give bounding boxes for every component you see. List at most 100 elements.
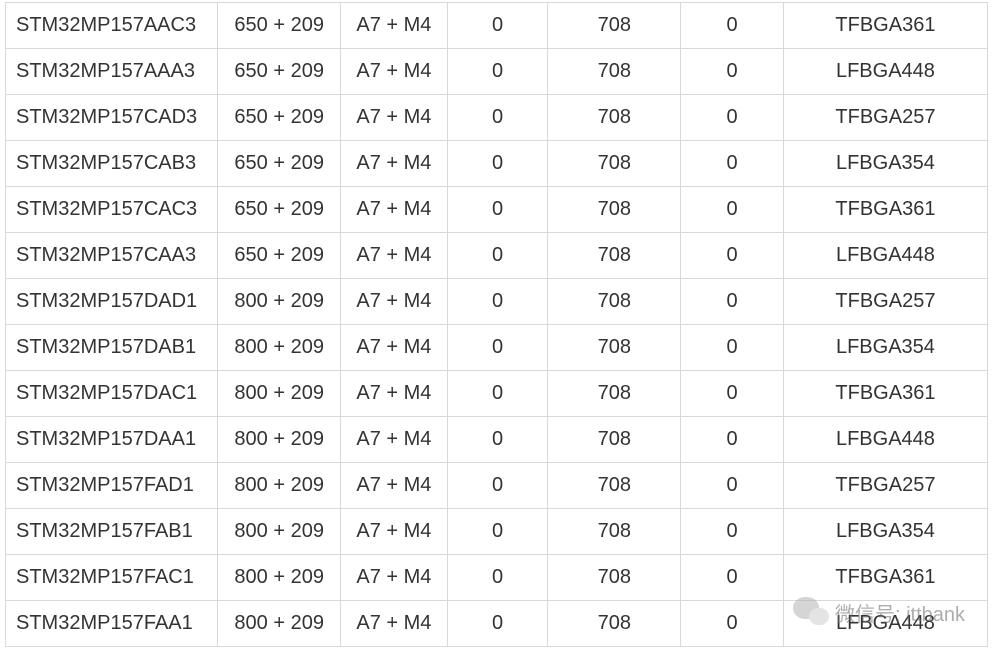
value-cell-1: 0 bbox=[447, 3, 548, 49]
table-row: STM32MP157DAC1800 + 209A7 + M407080TFBGA… bbox=[6, 371, 988, 417]
value-cell-1: 0 bbox=[447, 233, 548, 279]
value-cell-3: 0 bbox=[681, 371, 784, 417]
core-cell: A7 + M4 bbox=[341, 141, 448, 187]
table-row: STM32MP157AAC3650 + 209A7 + M407080TFBGA… bbox=[6, 3, 988, 49]
value-cell-3: 0 bbox=[681, 509, 784, 555]
package-cell: LFBGA448 bbox=[783, 601, 987, 647]
frequency-cell: 650 + 209 bbox=[218, 187, 341, 233]
frequency-cell: 650 + 209 bbox=[218, 95, 341, 141]
part-number-cell: STM32MP157DAB1 bbox=[6, 325, 218, 371]
value-cell-2: 708 bbox=[548, 417, 681, 463]
value-cell-3: 0 bbox=[681, 49, 784, 95]
table-row: STM32MP157CAD3650 + 209A7 + M407080TFBGA… bbox=[6, 95, 988, 141]
part-number-cell: STM32MP157FAC1 bbox=[6, 555, 218, 601]
value-cell-1: 0 bbox=[447, 509, 548, 555]
table-row: STM32MP157CAA3650 + 209A7 + M407080LFBGA… bbox=[6, 233, 988, 279]
core-cell: A7 + M4 bbox=[341, 325, 448, 371]
package-cell: LFBGA448 bbox=[783, 233, 987, 279]
table-row: STM32MP157FAD1800 + 209A7 + M407080TFBGA… bbox=[6, 463, 988, 509]
value-cell-2: 708 bbox=[548, 325, 681, 371]
part-number-cell: STM32MP157CAA3 bbox=[6, 233, 218, 279]
package-cell: LFBGA448 bbox=[783, 417, 987, 463]
value-cell-1: 0 bbox=[447, 95, 548, 141]
core-cell: A7 + M4 bbox=[341, 509, 448, 555]
part-number-cell: STM32MP157AAC3 bbox=[6, 3, 218, 49]
package-cell: TFBGA361 bbox=[783, 187, 987, 233]
parts-table-body: STM32MP157AAC3650 + 209A7 + M407080TFBGA… bbox=[6, 3, 988, 647]
core-cell: A7 + M4 bbox=[341, 187, 448, 233]
part-number-cell: STM32MP157DAC1 bbox=[6, 371, 218, 417]
table-row: STM32MP157DAA1800 + 209A7 + M407080LFBGA… bbox=[6, 417, 988, 463]
core-cell: A7 + M4 bbox=[341, 279, 448, 325]
value-cell-1: 0 bbox=[447, 279, 548, 325]
core-cell: A7 + M4 bbox=[341, 371, 448, 417]
value-cell-1: 0 bbox=[447, 187, 548, 233]
value-cell-1: 0 bbox=[447, 601, 548, 647]
frequency-cell: 800 + 209 bbox=[218, 325, 341, 371]
package-cell: TFBGA361 bbox=[783, 371, 987, 417]
part-number-cell: STM32MP157FAA1 bbox=[6, 601, 218, 647]
value-cell-1: 0 bbox=[447, 417, 548, 463]
value-cell-3: 0 bbox=[681, 279, 784, 325]
table-row: STM32MP157DAD1800 + 209A7 + M407080TFBGA… bbox=[6, 279, 988, 325]
frequency-cell: 800 + 209 bbox=[218, 601, 341, 647]
value-cell-2: 708 bbox=[548, 233, 681, 279]
core-cell: A7 + M4 bbox=[341, 555, 448, 601]
package-cell: LFBGA354 bbox=[783, 325, 987, 371]
package-cell: TFBGA257 bbox=[783, 463, 987, 509]
package-cell: TFBGA361 bbox=[783, 3, 987, 49]
value-cell-3: 0 bbox=[681, 233, 784, 279]
value-cell-1: 0 bbox=[447, 463, 548, 509]
table-row: STM32MP157FAC1800 + 209A7 + M407080TFBGA… bbox=[6, 555, 988, 601]
value-cell-3: 0 bbox=[681, 463, 784, 509]
table-row: STM32MP157CAC3650 + 209A7 + M407080TFBGA… bbox=[6, 187, 988, 233]
table-row: STM32MP157FAB1800 + 209A7 + M407080LFBGA… bbox=[6, 509, 988, 555]
core-cell: A7 + M4 bbox=[341, 417, 448, 463]
part-number-cell: STM32MP157CAC3 bbox=[6, 187, 218, 233]
table-row: STM32MP157FAA1800 + 209A7 + M407080LFBGA… bbox=[6, 601, 988, 647]
value-cell-2: 708 bbox=[548, 601, 681, 647]
value-cell-3: 0 bbox=[681, 141, 784, 187]
value-cell-1: 0 bbox=[447, 141, 548, 187]
value-cell-1: 0 bbox=[447, 371, 548, 417]
core-cell: A7 + M4 bbox=[341, 463, 448, 509]
frequency-cell: 650 + 209 bbox=[218, 49, 341, 95]
value-cell-2: 708 bbox=[548, 141, 681, 187]
value-cell-3: 0 bbox=[681, 95, 784, 141]
core-cell: A7 + M4 bbox=[341, 3, 448, 49]
core-cell: A7 + M4 bbox=[341, 49, 448, 95]
table-row: STM32MP157CAB3650 + 209A7 + M407080LFBGA… bbox=[6, 141, 988, 187]
part-number-cell: STM32MP157DAA1 bbox=[6, 417, 218, 463]
table-row: STM32MP157AAA3650 + 209A7 + M407080LFBGA… bbox=[6, 49, 988, 95]
table-row: STM32MP157DAB1800 + 209A7 + M407080LFBGA… bbox=[6, 325, 988, 371]
core-cell: A7 + M4 bbox=[341, 95, 448, 141]
frequency-cell: 800 + 209 bbox=[218, 279, 341, 325]
value-cell-3: 0 bbox=[681, 555, 784, 601]
value-cell-2: 708 bbox=[548, 3, 681, 49]
package-cell: TFBGA361 bbox=[783, 555, 987, 601]
package-cell: TFBGA257 bbox=[783, 279, 987, 325]
value-cell-3: 0 bbox=[681, 3, 784, 49]
frequency-cell: 800 + 209 bbox=[218, 417, 341, 463]
value-cell-2: 708 bbox=[548, 95, 681, 141]
part-number-cell: STM32MP157AAA3 bbox=[6, 49, 218, 95]
value-cell-1: 0 bbox=[447, 49, 548, 95]
value-cell-3: 0 bbox=[681, 325, 784, 371]
value-cell-2: 708 bbox=[548, 463, 681, 509]
package-cell: TFBGA257 bbox=[783, 95, 987, 141]
value-cell-2: 708 bbox=[548, 555, 681, 601]
frequency-cell: 800 + 209 bbox=[218, 555, 341, 601]
part-number-cell: STM32MP157CAD3 bbox=[6, 95, 218, 141]
value-cell-3: 0 bbox=[681, 601, 784, 647]
core-cell: A7 + M4 bbox=[341, 233, 448, 279]
value-cell-2: 708 bbox=[548, 187, 681, 233]
part-number-cell: STM32MP157FAD1 bbox=[6, 463, 218, 509]
value-cell-1: 0 bbox=[447, 325, 548, 371]
frequency-cell: 800 + 209 bbox=[218, 463, 341, 509]
package-cell: LFBGA448 bbox=[783, 49, 987, 95]
value-cell-2: 708 bbox=[548, 279, 681, 325]
frequency-cell: 650 + 209 bbox=[218, 141, 341, 187]
value-cell-1: 0 bbox=[447, 555, 548, 601]
frequency-cell: 650 + 209 bbox=[218, 233, 341, 279]
package-cell: LFBGA354 bbox=[783, 141, 987, 187]
